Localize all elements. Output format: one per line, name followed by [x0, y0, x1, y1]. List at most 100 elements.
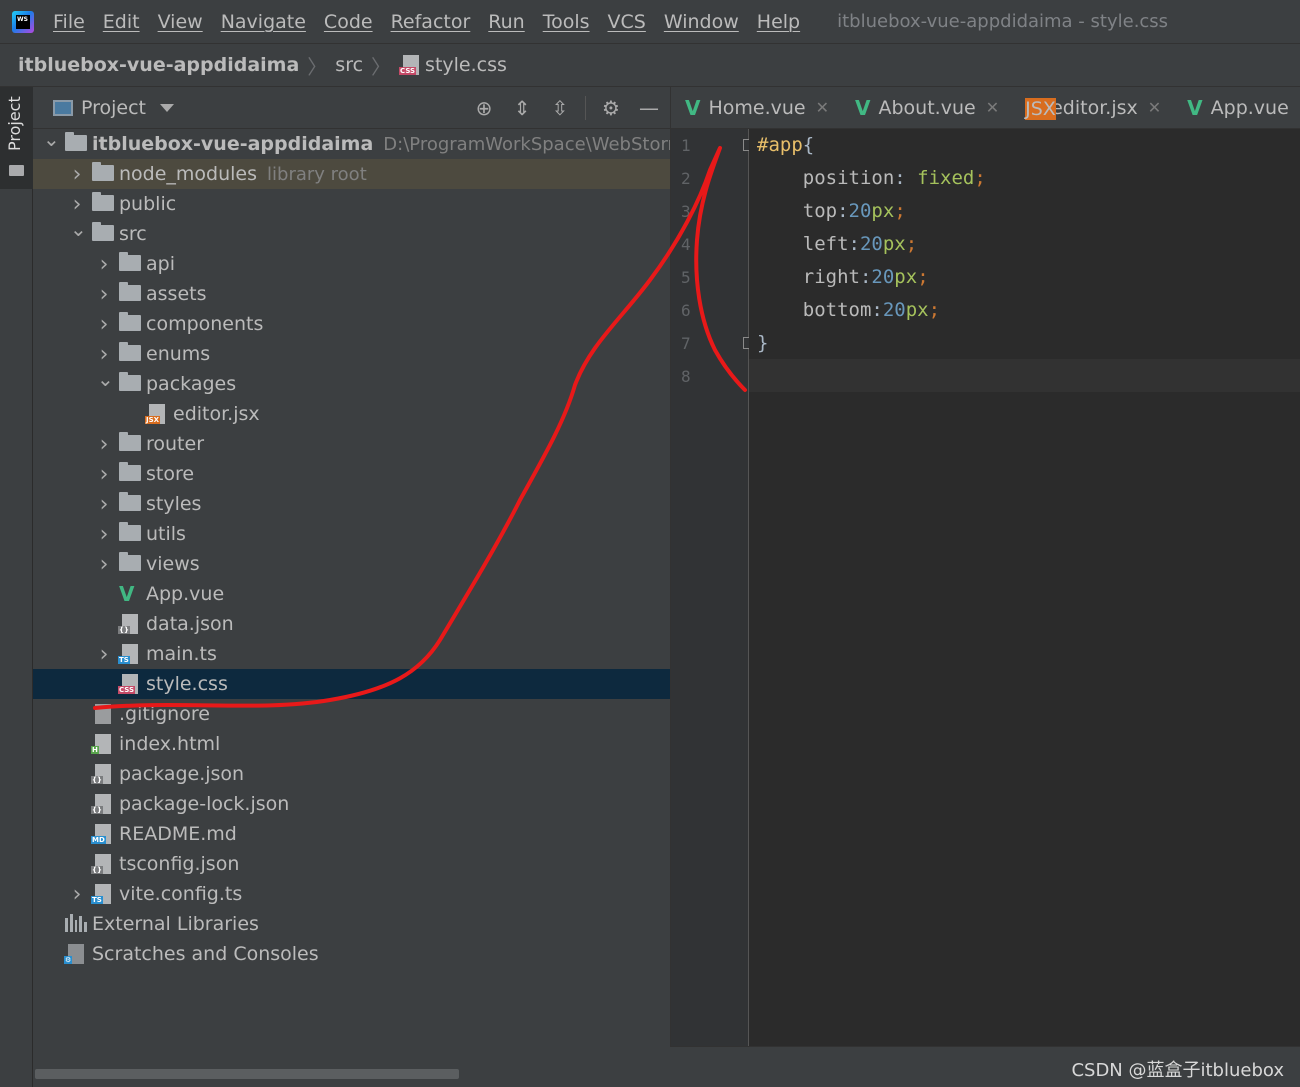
breadcrumb-file[interactable]: style.css [425, 54, 507, 76]
breadcrumb-project[interactable]: itbluebox-vue-appdidaima [18, 54, 299, 76]
code-line: right:20px; [757, 261, 929, 294]
code-token: position [757, 167, 895, 189]
tree-row-index-html[interactable]: ›Hindex.html [33, 729, 670, 759]
chevron-right-icon[interactable]: › [97, 642, 111, 667]
chevron-down-icon[interactable]: ⌄ [97, 367, 114, 391]
code-token: ; [894, 200, 906, 222]
tab-home-vue[interactable]: V Home.vue ✕ [671, 87, 841, 129]
tree-row-scratches-and-consoles[interactable]: ›⚙Scratches and Consoles [33, 939, 670, 969]
collapse-all-icon[interactable]: ⇳ [547, 95, 573, 121]
project-tool-window-button[interactable]: Project [0, 87, 33, 189]
tree-row-tsconfig-json[interactable]: ›{}tsconfig.json [33, 849, 670, 879]
tree-row-readme-md[interactable]: ›MDREADME.md [33, 819, 670, 849]
code-token: px [894, 266, 918, 288]
menu-navigate[interactable]: Navigate [221, 11, 306, 33]
code-token: : [848, 233, 860, 255]
tree-item-label: router [146, 433, 205, 455]
chevron-right-icon[interactable]: › [97, 252, 111, 277]
expand-all-icon[interactable]: ⇕ [509, 95, 535, 121]
tree-row-style-css[interactable]: ›CSSstyle.css [33, 669, 670, 699]
folder-shape [119, 522, 141, 541]
tree-row-node-modules[interactable]: › node_modules library root [33, 159, 670, 189]
tab-editor-jsx[interactable]: JSX editor.jsx ✕ [1011, 87, 1173, 129]
menu-help[interactable]: Help [757, 11, 800, 33]
json-file-icon: {} [118, 614, 141, 634]
tree-row-styles[interactable]: › styles [33, 489, 670, 519]
code-editor[interactable]: #app{ position: fixed; top:20px; left:20… [749, 129, 1300, 1046]
chevron-down-icon[interactable]: ⌄ [43, 127, 60, 151]
close-icon[interactable]: ✕ [986, 98, 999, 117]
tree-row-utils[interactable]: › utils [33, 519, 670, 549]
tree-row-views[interactable]: › views [33, 549, 670, 579]
tree-row-data-json[interactable]: ›{}data.json [33, 609, 670, 639]
breadcrumb: itbluebox-vue-appdidaima 〉 src 〉 CSS sty… [0, 43, 1300, 87]
tree-row-components[interactable]: › components [33, 309, 670, 339]
tree-row-itbluebox-vue-appdidaima[interactable]: ⌄ itbluebox-vue-appdidaima D:\ProgramWorkS… [33, 127, 714, 159]
breadcrumb-folder[interactable]: src [335, 54, 363, 76]
menu-file[interactable]: File [53, 11, 85, 33]
bottom-area: CSDN @蓝盒子itbluebox [670, 1046, 1300, 1087]
tab-about-vue[interactable]: V About.vue ✕ [841, 87, 1011, 129]
locate-file-icon[interactable]: ⊕ [471, 95, 497, 121]
tree-row-vite-config-ts[interactable]: › TS vite.config.ts [33, 879, 670, 909]
tree-row-public[interactable]: › public [33, 189, 670, 219]
close-icon[interactable]: ✕ [1148, 98, 1161, 117]
tab-app-vue[interactable]: VApp.vue✕ [1173, 87, 1300, 129]
code-token: ; [917, 266, 929, 288]
vue-file-icon: V [1187, 95, 1203, 120]
file-type-tag: {} [91, 776, 103, 784]
menu-code[interactable]: Code [324, 11, 373, 33]
chevron-right-icon[interactable]: › [97, 522, 111, 547]
tree-row-enums[interactable]: › enums [33, 339, 670, 369]
menu-window[interactable]: Window [664, 11, 739, 33]
close-icon[interactable]: ✕ [816, 98, 829, 117]
code-line: left:20px; [757, 228, 917, 261]
chevron-right-icon[interactable]: › [97, 492, 111, 517]
chevron-right-icon[interactable]: › [97, 282, 111, 307]
tree-row-router[interactable]: › router [33, 429, 670, 459]
horizontal-scrollbar[interactable] [35, 1069, 459, 1079]
menu-run[interactable]: Run [488, 11, 524, 33]
tree-row-store[interactable]: › store [33, 459, 670, 489]
chevron-right-icon[interactable]: › [97, 462, 111, 487]
tree-row--gitignore[interactable]: ›.gitignore [33, 699, 670, 729]
tree-row-external-libraries[interactable]: ›External Libraries [33, 909, 670, 939]
menu-refactor[interactable]: Refactor [391, 11, 471, 33]
chevron-down-icon[interactable]: ⌄ [70, 217, 87, 241]
project-view-selector[interactable]: Project [81, 97, 146, 119]
tree-row-package-lock-json[interactable]: ›{}package-lock.json [33, 789, 670, 819]
chevron-right-icon[interactable]: › [97, 552, 111, 577]
tree-row-assets[interactable]: › assets [33, 279, 670, 309]
menu-view[interactable]: View [158, 11, 203, 33]
ignore-file-icon [92, 704, 114, 724]
project-panel-header: Project ⊕ ⇕ ⇳ ⚙ — [33, 87, 670, 129]
code-line: bottom:20px; [757, 294, 940, 327]
chevron-right-icon[interactable]: › [97, 312, 111, 337]
code-token: left [757, 233, 849, 255]
tree-row-packages[interactable]: ⌄ packages [33, 367, 670, 399]
tree-row-src[interactable]: ⌄ src [33, 217, 670, 249]
tree-row-app-vue[interactable]: ›VApp.vue [33, 579, 670, 609]
tree-item-label: tsconfig.json [119, 853, 240, 875]
menu-tools[interactable]: Tools [543, 11, 590, 33]
folder-shape [65, 132, 87, 151]
chevron-right-icon[interactable]: › [70, 192, 84, 217]
tree-row-package-json[interactable]: ›{}package.json [33, 759, 670, 789]
chevron-right-icon[interactable]: › [97, 432, 111, 457]
gear-icon[interactable]: ⚙ [598, 95, 624, 121]
tree-row-editor-jsx[interactable]: ›JSXeditor.jsx [33, 399, 670, 429]
menu-edit[interactable]: Edit [103, 11, 140, 33]
tree-item-label: README.md [119, 823, 237, 845]
tree-item-label: data.json [146, 613, 234, 635]
folder-icon [119, 552, 141, 574]
chevron-right-icon[interactable]: › [70, 882, 84, 907]
tree-row-api[interactable]: › api [33, 249, 670, 279]
folder-shape [119, 552, 141, 571]
md-file-icon: MD [91, 824, 114, 844]
tree-row-main-ts[interactable]: › TS main.ts [33, 639, 670, 669]
hide-panel-icon[interactable]: — [636, 95, 662, 121]
chevron-right-icon[interactable]: › [97, 342, 111, 367]
chevron-down-icon[interactable] [160, 103, 175, 112]
menu-vcs[interactable]: VCS [608, 11, 646, 33]
chevron-right-icon[interactable]: › [70, 162, 84, 187]
